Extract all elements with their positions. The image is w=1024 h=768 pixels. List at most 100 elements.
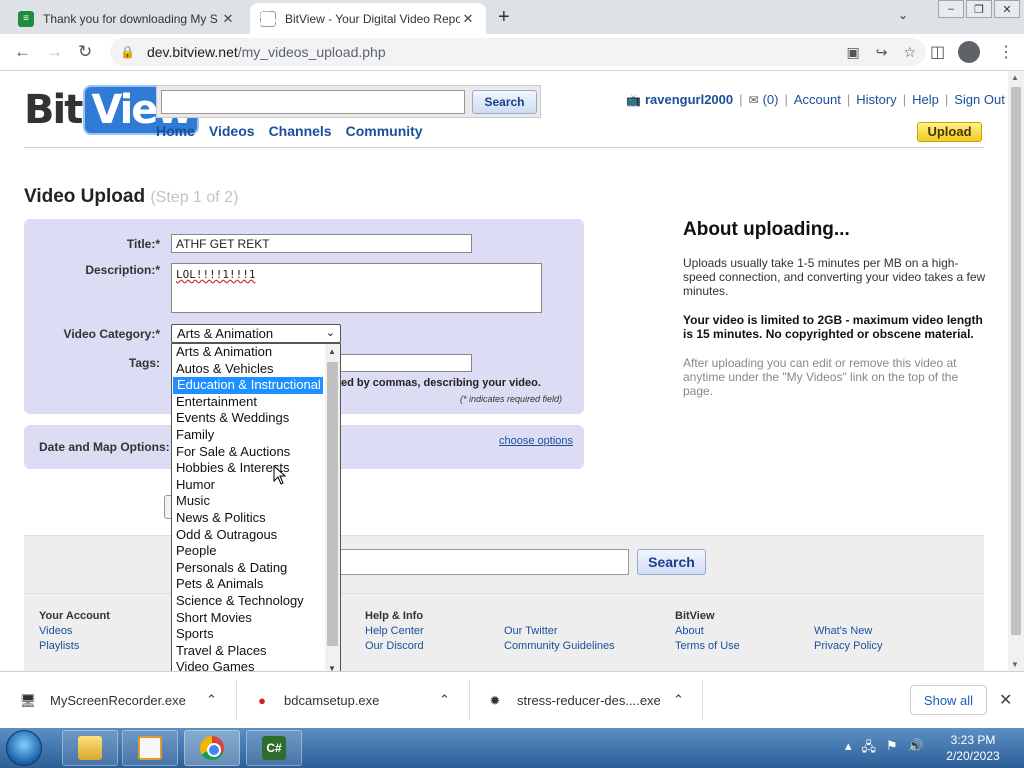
category-option[interactable]: Personals & Dating — [172, 560, 324, 577]
description-text: LOL!!!!1!!!1 — [176, 268, 256, 281]
category-option[interactable]: Travel & Places — [172, 643, 324, 660]
footer-link-terms[interactable]: Terms of Use — [675, 640, 740, 652]
taskbar-clock[interactable]: 3:23 PM 2/20/2023 — [940, 732, 1006, 764]
share-icon[interactable]: ↪ — [876, 44, 888, 61]
footer-link-videos[interactable]: Videos — [39, 625, 72, 637]
footer-bitview-heading: BitView — [675, 610, 715, 622]
category-option[interactable]: Entertainment — [172, 394, 324, 411]
category-option[interactable]: Hobbies & Interests — [172, 460, 324, 477]
system-tray: ▴ 🖧 ⚑ 🔊 — [845, 738, 924, 760]
scroll-down-icon[interactable]: ▼ — [328, 664, 336, 671]
category-option[interactable]: For Sale & Auctions — [172, 444, 324, 461]
category-option[interactable]: Autos & Vehicles — [172, 361, 324, 378]
dropdown-scrollbar[interactable]: ▲ ▼ — [325, 344, 340, 671]
taskbar-csharp[interactable]: C# — [246, 730, 302, 766]
category-option[interactable]: Education & Instructional — [172, 376, 324, 395]
footer-link-twitter[interactable]: Our Twitter — [504, 625, 558, 637]
help-link[interactable]: Help — [912, 92, 939, 107]
account-link[interactable]: Account — [794, 92, 841, 107]
page-scroll-thumb[interactable] — [1011, 87, 1021, 635]
category-option[interactable]: Arts & Animation — [172, 344, 324, 361]
minimize-icon[interactable]: – — [938, 0, 964, 18]
footer-link-help-center[interactable]: Help Center — [365, 625, 424, 637]
network-icon[interactable]: 🖧 — [862, 738, 877, 760]
tab-bitview[interactable]: Bit View BitView - Your Digital Video Rep… — [250, 3, 486, 34]
chevron-up-icon[interactable]: ⌃ — [673, 692, 684, 708]
taskbar-chrome[interactable] — [184, 730, 240, 766]
scroll-up-icon[interactable]: ▲ — [328, 347, 336, 356]
nav-community[interactable]: Community — [346, 123, 423, 139]
description-textarea[interactable]: LOL!!!!1!!!1 — [171, 263, 542, 313]
restore-icon[interactable]: ❐ — [966, 0, 992, 18]
footer-search-button[interactable]: Search — [637, 549, 706, 575]
start-button-icon[interactable] — [6, 730, 42, 766]
sign-out-link[interactable]: Sign Out — [954, 92, 1005, 107]
footer-link-about[interactable]: About — [675, 625, 704, 637]
dropdown-scroll-thumb[interactable] — [327, 362, 338, 646]
profile-avatar-icon[interactable] — [958, 41, 980, 63]
category-option[interactable]: Short Movies — [172, 610, 324, 627]
category-option[interactable]: Music — [172, 493, 324, 510]
show-all-button[interactable]: Show all — [910, 685, 987, 715]
taskbar-explorer[interactable] — [62, 730, 118, 766]
footer-link-privacy[interactable]: Privacy Policy — [814, 640, 882, 652]
history-link[interactable]: History — [856, 92, 896, 107]
tab-download[interactable]: ≡ Thank you for downloading My S ✕ — [8, 3, 246, 34]
chevron-down-icon[interactable]: ⌄ — [898, 8, 908, 22]
star-bookmark-icon[interactable]: ☆ — [903, 44, 916, 61]
username-link[interactable]: ravengurl2000 — [645, 92, 733, 107]
tray-expand-icon[interactable]: ▴ — [845, 738, 852, 760]
footer-link-playlists[interactable]: Playlists — [39, 640, 79, 652]
back-arrow-icon[interactable]: ← — [14, 42, 31, 62]
download-item[interactable]: 🖥 MyScreenRecorder.exe — [20, 672, 186, 729]
reload-icon[interactable]: ↻ — [78, 42, 92, 62]
address-bar[interactable]: 🔒 dev.bitview.net/my_videos_upload.php ▣… — [110, 38, 926, 66]
category-option[interactable]: Video Games — [172, 659, 324, 671]
search-input[interactable] — [161, 90, 465, 114]
kebab-menu-icon[interactable]: ⋮ — [998, 42, 1014, 62]
scroll-up-icon[interactable]: ▲ — [1011, 73, 1019, 82]
mail-icon[interactable]: ✉ — [749, 93, 759, 107]
page-scrollbar[interactable]: ▲ ▼ — [1008, 71, 1024, 671]
category-option[interactable]: Family — [172, 427, 324, 444]
chevron-up-icon[interactable]: ⌃ — [439, 692, 450, 708]
volume-icon[interactable]: 🔊 — [908, 738, 924, 760]
title-input[interactable]: ATHF GET REKT — [171, 234, 472, 253]
footer-link-guidelines[interactable]: Community Guidelines — [504, 640, 615, 652]
nav-videos[interactable]: Videos — [209, 123, 255, 139]
cast-blocked-icon[interactable]: ▣ — [846, 44, 859, 61]
category-option[interactable]: Odd & Outragous — [172, 527, 324, 544]
download-item[interactable]: ● bdcamsetup.exe — [254, 672, 379, 729]
mail-count-link[interactable]: (0) — [763, 92, 779, 107]
footer-search-input[interactable] — [340, 549, 629, 575]
tags-input[interactable] — [330, 354, 472, 372]
upload-button[interactable]: Upload — [917, 122, 982, 142]
category-option[interactable]: News & Politics — [172, 510, 324, 527]
chevron-up-icon[interactable]: ⌃ — [206, 692, 217, 708]
download-item[interactable]: ✹ stress-reducer-des....exe — [487, 672, 661, 729]
nav-channels[interactable]: Channels — [269, 123, 332, 139]
forward-arrow-icon[interactable]: → — [46, 42, 63, 62]
category-option[interactable]: Humor — [172, 477, 324, 494]
close-tab-icon[interactable]: ✕ — [220, 11, 236, 27]
new-tab-icon[interactable]: + — [498, 6, 510, 29]
taskbar-media-player[interactable] — [122, 730, 178, 766]
windows-taskbar: C# ▴ 🖧 ⚑ 🔊 3:23 PM 2/20/2023 — [0, 728, 1024, 768]
close-shelf-icon[interactable]: ✕ — [999, 690, 1012, 710]
nav-home[interactable]: Home — [156, 123, 195, 139]
close-tab-icon[interactable]: ✕ — [460, 11, 476, 27]
side-panel-icon[interactable]: ◫ — [930, 42, 945, 62]
close-window-icon[interactable]: ✕ — [994, 0, 1020, 18]
search-button[interactable]: Search — [472, 90, 537, 114]
scroll-down-icon[interactable]: ▼ — [1011, 660, 1019, 669]
category-option[interactable]: Science & Technology — [172, 593, 324, 610]
category-option[interactable]: Pets & Animals — [172, 576, 324, 593]
category-select[interactable]: Arts & Animation ⌄ — [171, 324, 341, 343]
category-option[interactable]: People — [172, 543, 324, 560]
footer-link-whats-new[interactable]: What's New — [814, 625, 872, 637]
category-option[interactable]: Sports — [172, 626, 324, 643]
category-option[interactable]: Events & Weddings — [172, 410, 324, 427]
choose-options-link[interactable]: choose options — [499, 435, 573, 447]
footer-link-discord[interactable]: Our Discord — [365, 640, 424, 652]
action-center-icon[interactable]: ⚑ — [886, 738, 898, 760]
